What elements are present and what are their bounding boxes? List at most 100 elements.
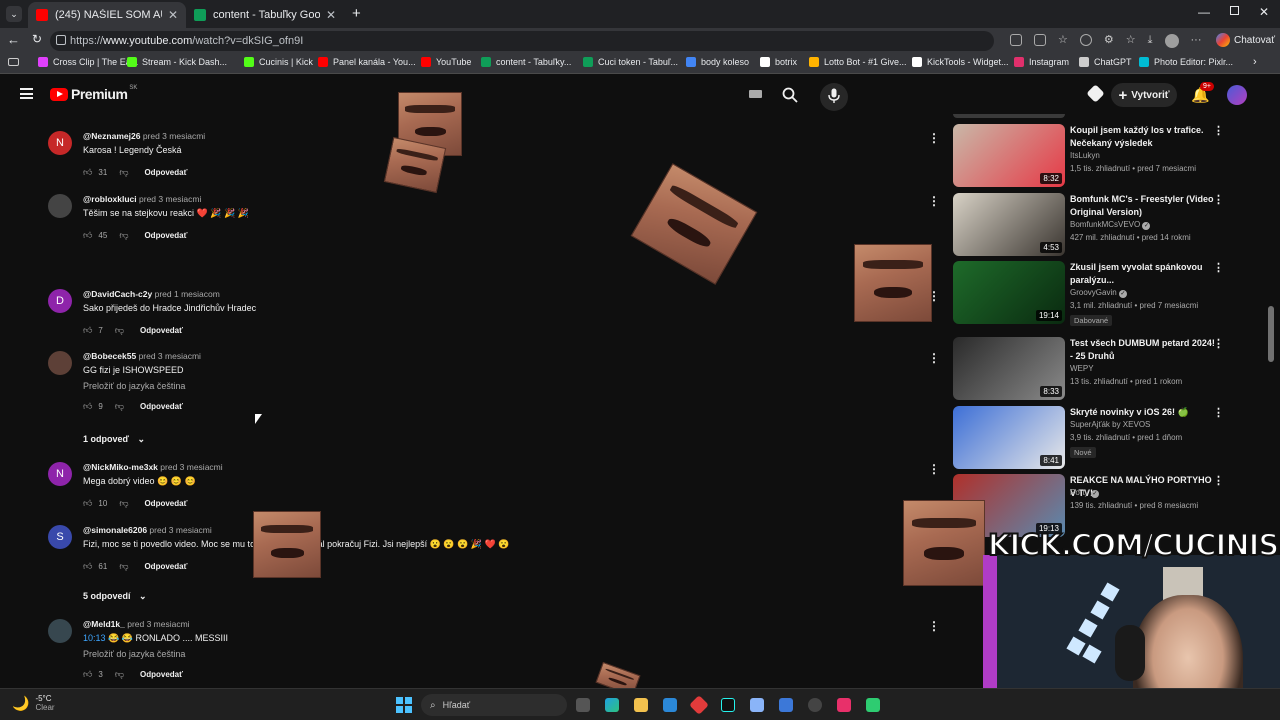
- reply-button[interactable]: Odpovedať: [144, 231, 187, 240]
- video-menu-icon[interactable]: ⋮: [1213, 261, 1224, 274]
- browser-taskbar-icon[interactable]: [605, 698, 619, 712]
- settings-icon[interactable]: ⚙: [1104, 34, 1114, 48]
- reply-button[interactable]: Odpovedať: [140, 670, 183, 679]
- bookmark-item[interactable]: Cucinis | Kick: [244, 57, 313, 67]
- creator-studio-icon[interactable]: [1086, 84, 1105, 103]
- close-tab-icon[interactable]: ✕: [326, 8, 336, 22]
- bookmark-item[interactable]: Photo Editor: Pixlr...: [1139, 57, 1233, 67]
- account-avatar[interactable]: [1227, 85, 1247, 105]
- thumbs-up-icon[interactable]: 👍︎: [83, 561, 92, 572]
- video-channel[interactable]: ItsLukyn: [1070, 151, 1100, 160]
- comment-time[interactable]: pred 3 mesiacmi: [160, 462, 222, 472]
- reply-button[interactable]: Odpovedať: [144, 499, 187, 508]
- comment-time[interactable]: pred 3 mesiacmi: [127, 619, 189, 629]
- video-menu-icon[interactable]: ⋮: [1213, 406, 1224, 419]
- bookmark-star-icon[interactable]: ☆: [1058, 34, 1068, 48]
- create-button[interactable]: + Vytvoriť: [1111, 83, 1177, 107]
- thumbs-up-icon[interactable]: 👍︎: [83, 401, 92, 412]
- bookmark-item[interactable]: Cross Clip | The Ea...: [38, 57, 138, 67]
- video-channel[interactable]: SuperAjťák by XEVOS: [1070, 420, 1150, 429]
- notifications-button[interactable]: 🔔 9+: [1191, 82, 1214, 105]
- comment-menu-icon[interactable]: ⋮: [928, 131, 940, 145]
- taskbar-search[interactable]: ⌕ Hľadať: [421, 694, 567, 716]
- menu-icon[interactable]: [20, 88, 33, 99]
- reply-button[interactable]: Odpovedať: [140, 326, 183, 335]
- video-channel[interactable]: WEPY: [1070, 364, 1094, 373]
- video-thumbnail[interactable]: 8:32: [953, 124, 1065, 187]
- video-menu-icon[interactable]: ⋮: [1213, 474, 1224, 487]
- maximize-icon[interactable]: [1230, 6, 1239, 15]
- more-icon[interactable]: ···: [1191, 34, 1202, 48]
- bookmark-item[interactable]: Panel kanála - You...: [318, 57, 416, 67]
- tab-list-icon[interactable]: ⌄: [6, 6, 22, 22]
- youtube-logo[interactable]: Premium SK: [50, 85, 137, 102]
- video-title[interactable]: Koupil jsem každý los v trafice. Nečekan…: [1070, 124, 1220, 150]
- favorites-icon[interactable]: ☆: [1126, 34, 1136, 48]
- video-thumbnail[interactable]: 8:33: [953, 337, 1065, 400]
- thumbs-up-icon[interactable]: 👍︎: [83, 325, 92, 336]
- bookmark-item[interactable]: Cuci token - Tabuľ...: [583, 57, 678, 67]
- video-channel[interactable]: BomfunkMCsVEVO ✓: [1070, 220, 1151, 230]
- thumbs-up-icon[interactable]: 👍︎: [83, 167, 92, 178]
- video-title[interactable]: Test všech DUMBUM petard 2024! - 25 Druh…: [1070, 337, 1220, 363]
- comment-time[interactable]: pred 3 mesiacmi: [143, 131, 205, 141]
- app-blue-icon[interactable]: [779, 698, 793, 712]
- author-handle[interactable]: @DavidCach-c2y: [83, 289, 152, 299]
- app-green-icon[interactable]: [866, 698, 880, 712]
- thumbs-down-icon[interactable]: 👎︎: [119, 498, 128, 509]
- related-video[interactable]: 19:14 Zkusil jsem vyvolat spánkovou paral…: [953, 261, 1233, 326]
- sidebar-scrollbar[interactable]: [1268, 306, 1274, 362]
- minimize-icon[interactable]: —: [1198, 5, 1210, 19]
- thumbs-down-icon[interactable]: 👎︎: [115, 669, 124, 680]
- app-icon[interactable]: [1034, 34, 1046, 46]
- capcut-icon[interactable]: [837, 698, 851, 712]
- thumbs-up-icon[interactable]: 👍︎: [83, 498, 92, 509]
- reply-button[interactable]: Odpovedať: [140, 402, 183, 411]
- task-view-icon[interactable]: [576, 698, 590, 712]
- video-thumbnail[interactable]: 4:53: [953, 193, 1065, 256]
- avatar[interactable]: N: [48, 131, 72, 155]
- author-handle[interactable]: @Neznamej26: [83, 131, 140, 141]
- comment-menu-icon[interactable]: ⋮: [928, 351, 940, 365]
- thumbs-down-icon[interactable]: 👎︎: [115, 401, 124, 412]
- video-menu-icon[interactable]: ⋮: [1213, 337, 1224, 350]
- avatar[interactable]: S: [48, 525, 72, 549]
- reload-icon[interactable]: ↻: [32, 32, 42, 46]
- comment-menu-icon[interactable]: ⋮: [928, 619, 940, 633]
- bookmark-item[interactable]: content - Tabuľky...: [481, 57, 571, 67]
- comment-menu-icon[interactable]: ⋮: [928, 462, 940, 476]
- keyboard-icon[interactable]: [749, 90, 762, 98]
- windows-start-icon[interactable]: [396, 697, 412, 713]
- video-title[interactable]: Zkusil jsem vyvolat spánkovou paralýzu..…: [1070, 261, 1220, 287]
- video-channel[interactable]: Porty ✓: [1070, 488, 1099, 498]
- bookmark-item[interactable]: Lotto Bot - #1 Give...: [809, 57, 907, 67]
- search-button[interactable]: [776, 83, 804, 107]
- comment-time[interactable]: pred 3 mesiacmi: [149, 525, 211, 535]
- video-menu-icon[interactable]: ⋮: [1213, 193, 1224, 206]
- weather-widget[interactable]: 🌙 -5°C Clear: [12, 694, 55, 712]
- translate-icon[interactable]: [1010, 34, 1022, 46]
- translate-link[interactable]: Preložiť do jazyka čeština: [83, 381, 185, 391]
- obs-icon[interactable]: [808, 698, 822, 712]
- reply-button[interactable]: Odpovedať: [144, 168, 187, 177]
- related-video[interactable]: 8:41 Skryté novinky v iOS 26! 🍏 SuperAjťák…: [953, 406, 1233, 470]
- store-icon[interactable]: [663, 698, 677, 712]
- timestamp-link[interactable]: 10:13: [83, 633, 106, 643]
- avatar[interactable]: N: [48, 462, 72, 486]
- bookmark-item[interactable]: Instagram: [1014, 57, 1069, 67]
- video-title[interactable]: Skryté novinky v iOS 26! 🍏: [1070, 406, 1220, 419]
- site-info-icon[interactable]: [56, 35, 66, 45]
- comment-time[interactable]: pred 3 mesiacmi: [139, 351, 201, 361]
- comment-menu-icon[interactable]: ⋮: [928, 194, 940, 208]
- extensions-icon[interactable]: [1079, 34, 1092, 46]
- bookmark-item[interactable]: botrix: [760, 57, 797, 67]
- comment-time[interactable]: pred 1 mesiacom: [155, 289, 220, 299]
- tab-sheets[interactable]: content - Tabuľky Google ✕: [186, 2, 344, 28]
- avatar[interactable]: [48, 194, 72, 218]
- close-tab-icon[interactable]: ✕: [168, 8, 178, 22]
- video-title[interactable]: Bomfunk MC's - Freestyler (Video Origina…: [1070, 193, 1220, 219]
- thumbs-up-icon[interactable]: 👍︎: [83, 669, 92, 680]
- thumbs-down-icon[interactable]: 👎︎: [119, 167, 128, 178]
- video-menu-icon[interactable]: ⋮: [1213, 124, 1224, 137]
- file-explorer-icon[interactable]: [634, 698, 648, 712]
